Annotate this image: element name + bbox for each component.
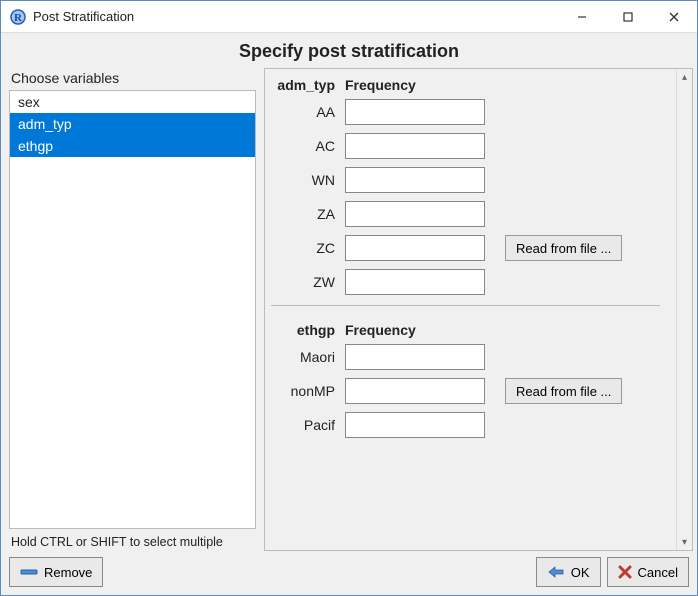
minus-icon [20,566,38,578]
maximize-button[interactable] [605,2,651,32]
level-label: Pacif [271,417,335,433]
close-button[interactable] [651,2,697,32]
minimize-button[interactable] [559,2,605,32]
group-var-label: ethgp [271,322,335,338]
read-from-file-button[interactable]: Read from file ... [505,235,622,261]
remove-label: Remove [44,565,92,580]
button-bar: Remove OK Cancel [1,551,697,595]
right-panel: adm_typ Frequency AA AC WN ZA ZC Read from file… [264,68,693,551]
remove-button[interactable]: Remove [9,557,103,587]
level-row: nonMP Read from file ... [271,378,660,404]
level-label: ZC [271,240,335,256]
left-panel: Choose variables sexadm_typethgp Hold CT… [5,68,260,551]
group-divider [271,305,660,306]
group-header: ethgp Frequency [271,320,660,344]
level-label: WN [271,172,335,188]
frequency-header: Frequency [345,322,416,338]
strat-group: adm_typ Frequency AA AC WN ZA ZC Read from file… [271,75,660,295]
strat-group: ethgp Frequency Maori nonMP Read from file .… [271,320,660,438]
stratification-scroll-area: adm_typ Frequency AA AC WN ZA ZC Read from file… [265,69,676,550]
variables-listbox[interactable]: sexadm_typethgp [9,90,256,529]
dialog-body: Specify post stratification Choose varia… [1,33,697,595]
read-from-file-button[interactable]: Read from file ... [505,378,622,404]
frequency-header: Frequency [345,77,416,93]
titlebar: R Post Stratification [1,1,697,33]
level-label: Maori [271,349,335,365]
app-window: R Post Stratification Specify post strat… [0,0,698,596]
content-area: Choose variables sexadm_typethgp Hold CT… [1,68,697,551]
cancel-button[interactable]: Cancel [607,557,689,587]
level-row: AC [271,133,660,159]
frequency-input[interactable] [345,269,485,295]
level-row: ZC Read from file ... [271,235,660,261]
frequency-input[interactable] [345,133,485,159]
window-title: Post Stratification [33,9,134,24]
group-var-label: adm_typ [271,77,335,93]
app-icon: R [9,8,27,26]
multiselect-hint: Hold CTRL or SHIFT to select multiple [5,529,260,551]
cancel-label: Cancel [638,565,678,580]
level-label: nonMP [271,383,335,399]
frequency-input[interactable] [345,167,485,193]
level-label: AC [271,138,335,154]
choose-variables-label: Choose variables [5,68,260,90]
cancel-icon [618,565,632,579]
level-row: ZW [271,269,660,295]
scroll-down-icon[interactable]: ▾ [677,534,692,550]
scroll-up-icon[interactable]: ▴ [677,69,692,85]
level-row: Pacif [271,412,660,438]
ok-label: OK [571,565,590,580]
level-row: AA [271,99,660,125]
svg-text:R: R [14,12,23,24]
vertical-scrollbar[interactable]: ▴ ▾ [676,69,692,550]
ok-button[interactable]: OK [536,557,601,587]
frequency-input[interactable] [345,378,485,404]
frequency-input[interactable] [345,235,485,261]
level-row: WN [271,167,660,193]
level-label: ZA [271,206,335,222]
page-title: Specify post stratification [1,33,697,68]
list-item[interactable]: adm_typ [10,113,255,135]
frequency-input[interactable] [345,99,485,125]
group-header: adm_typ Frequency [271,75,660,99]
level-label: AA [271,104,335,120]
frequency-input[interactable] [345,344,485,370]
level-row: ZA [271,201,660,227]
level-label: ZW [271,274,335,290]
frequency-input[interactable] [345,412,485,438]
frequency-input[interactable] [345,201,485,227]
level-row: Maori [271,344,660,370]
arrow-left-icon [547,565,565,579]
list-item[interactable]: ethgp [10,135,255,157]
list-item[interactable]: sex [10,91,255,113]
